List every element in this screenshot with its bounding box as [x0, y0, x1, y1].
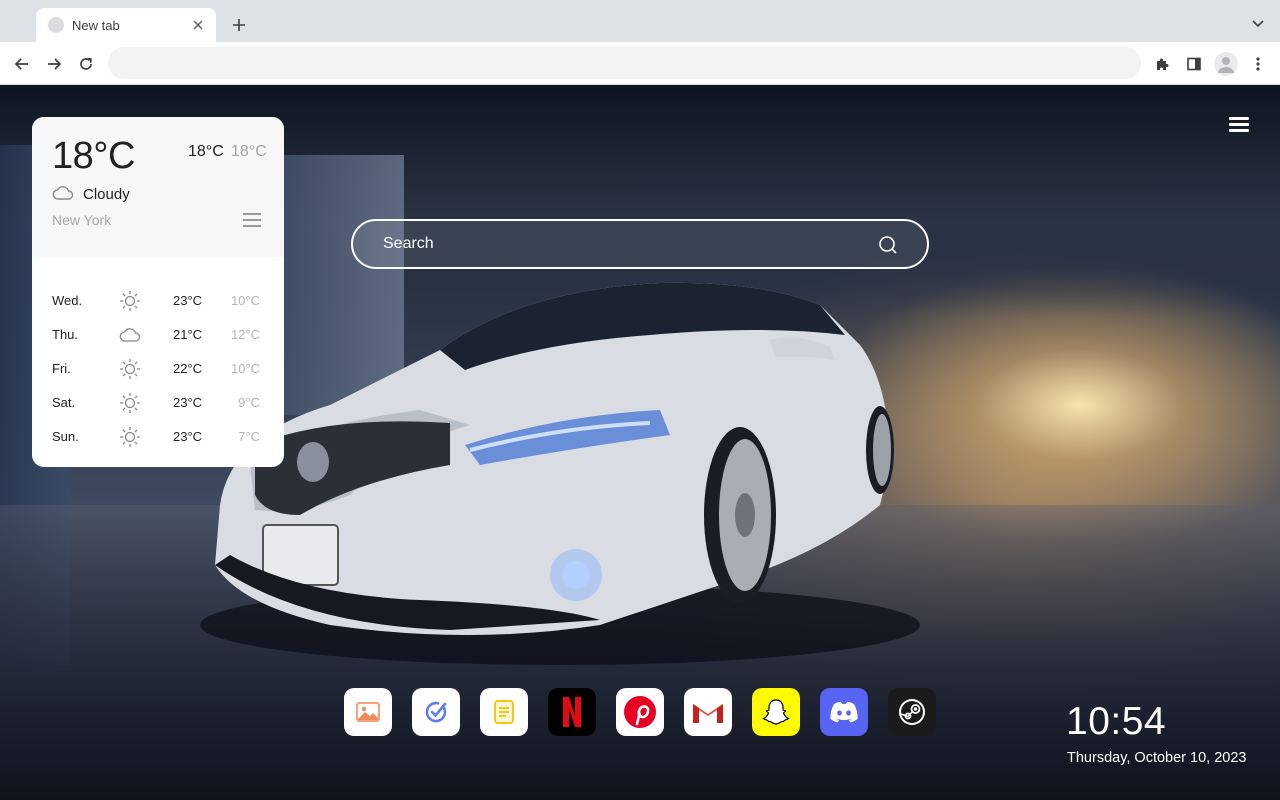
- search-input[interactable]: [383, 221, 863, 267]
- forward-arrow-icon[interactable]: [41, 51, 67, 77]
- today-high: 18°C: [188, 143, 224, 160]
- menu-hamburger-icon[interactable]: [1229, 117, 1249, 133]
- pinterest-app-icon[interactable]: [616, 688, 664, 736]
- tab-title: New tab: [72, 17, 120, 33]
- clock-time: 10:54: [1066, 700, 1167, 743]
- sun-icon: [120, 393, 140, 413]
- reload-icon[interactable]: [73, 51, 99, 77]
- browser-toolbar: [0, 42, 1280, 85]
- extensions-puzzle-icon[interactable]: [1149, 51, 1175, 77]
- forecast-low: 7°C: [238, 429, 260, 444]
- sun-icon: [120, 359, 140, 379]
- forecast-low: 9°C: [238, 395, 260, 410]
- forecast-day: Wed.: [52, 293, 83, 308]
- forecast-row: Thu. 21°C 12°C: [32, 318, 284, 352]
- forecast-row: Sat. 23°C 9°C: [32, 386, 284, 420]
- forecast-high: 23°C: [173, 429, 203, 444]
- forecast-low: 12°C: [230, 327, 260, 342]
- new-tab-plus-icon[interactable]: [228, 14, 250, 36]
- forecast-row: Sun. 23°C 7°C: [32, 420, 284, 454]
- forecast-row: Wed. 23°C 10°C: [32, 284, 284, 318]
- forecast-day: Sun.: [52, 429, 79, 444]
- today-low: 18°C: [231, 143, 267, 160]
- weather-current: 18°C 18°C 18°C Cloudy New York: [32, 117, 284, 257]
- cloud-icon: [52, 185, 74, 206]
- snapchat-app-icon[interactable]: [752, 688, 800, 736]
- steam-app-icon[interactable]: [888, 688, 936, 736]
- forecast-low: 10°C: [230, 293, 260, 308]
- app-dock: [344, 688, 944, 736]
- weather-widget: 18°C 18°C 18°C Cloudy New York Wed. 23°C…: [32, 117, 284, 467]
- person-icon: [1214, 52, 1238, 76]
- search-bar: [351, 219, 929, 269]
- chevron-down-icon[interactable]: [1248, 14, 1268, 34]
- forecast-row: Fri. 22°C 10°C: [32, 352, 284, 386]
- forecast-list: Wed. 23°C 10°C Thu. 21°C 12°C Fri. 22°C …: [32, 257, 284, 454]
- side-panel-icon[interactable]: [1181, 51, 1207, 77]
- clock-date: Thursday, October 10, 2023: [1067, 750, 1247, 766]
- forecast-day: Sat.: [52, 395, 76, 410]
- new-tab-page: 18°C 18°C 18°C Cloudy New York Wed. 23°C…: [0, 85, 1280, 800]
- weather-menu-button[interactable]: [243, 213, 261, 229]
- back-arrow-icon[interactable]: [9, 51, 35, 77]
- tab-favicon-icon: [48, 17, 64, 33]
- forecast-high: 22°C: [173, 361, 203, 376]
- sun-icon: [120, 291, 140, 311]
- close-icon[interactable]: [190, 17, 206, 33]
- forecast-low: 10°C: [230, 361, 260, 376]
- tab-new-tab[interactable]: New tab: [36, 8, 216, 42]
- search-icon[interactable]: [877, 234, 899, 256]
- weather-condition: Cloudy: [83, 186, 130, 203]
- cloud-icon: [119, 328, 141, 342]
- more-vert-icon[interactable]: [1245, 51, 1271, 77]
- netflix-app-icon[interactable]: [548, 688, 596, 736]
- forecast-day: Thu.: [52, 327, 79, 342]
- forecast-high: 23°C: [173, 395, 203, 410]
- forecast-high: 23°C: [173, 293, 203, 308]
- notes-app-icon[interactable]: [480, 688, 528, 736]
- tab-strip: New tab: [0, 0, 1280, 42]
- profile-avatar[interactable]: [1213, 51, 1239, 77]
- todo-app-icon[interactable]: [412, 688, 460, 736]
- discord-app-icon[interactable]: [820, 688, 868, 736]
- forecast-day: Fri.: [52, 361, 71, 376]
- forecast-high: 21°C: [173, 327, 203, 342]
- current-temperature: 18°C: [52, 135, 135, 177]
- address-bar-input[interactable]: [108, 47, 1141, 79]
- weather-city: New York: [52, 212, 112, 228]
- gallery-app-icon[interactable]: [344, 688, 392, 736]
- sun-icon: [120, 427, 140, 447]
- gmail-app-icon[interactable]: [684, 688, 732, 736]
